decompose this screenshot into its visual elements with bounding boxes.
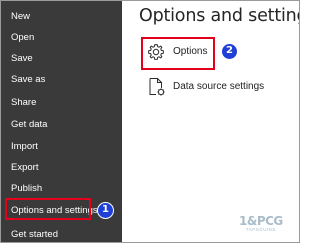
nav-item-share[interactable]: Share [11,97,36,109]
gear-icon[interactable] [147,43,165,61]
nav-item-open[interactable]: Open [11,32,34,44]
watermark-tagline: TAPSGUIDE [245,227,276,232]
nav-item-import[interactable]: Import [11,141,38,153]
nav-item-get-started[interactable]: Get started [11,229,58,241]
data-source-settings-icon[interactable] [148,77,166,97]
page-title: Options and settings [139,6,300,26]
data-source-settings-label[interactable]: Data source settings [173,81,264,92]
app-window: New Open Save Save as Share Get data Imp… [0,0,300,243]
nav-item-save-as[interactable]: Save as [11,74,45,86]
watermark-logo-text: 1&PCG [239,214,283,228]
nav-item-publish[interactable]: Publish [11,183,42,195]
options-and-settings-highlight [5,198,91,220]
step-2-callout: 2 [221,43,238,60]
nav-item-export[interactable]: Export [11,162,38,174]
nav-item-save[interactable]: Save [11,53,33,65]
watermark-logo: 1&PCG TAPSGUIDE [239,215,283,233]
options-label[interactable]: Options [173,46,207,57]
nav-item-get-data[interactable]: Get data [11,119,47,131]
file-menu-sidebar: New Open Save Save as Share Get data Imp… [1,1,122,242]
nav-item-new[interactable]: New [11,11,30,23]
step-1-callout: 1 [97,202,114,219]
